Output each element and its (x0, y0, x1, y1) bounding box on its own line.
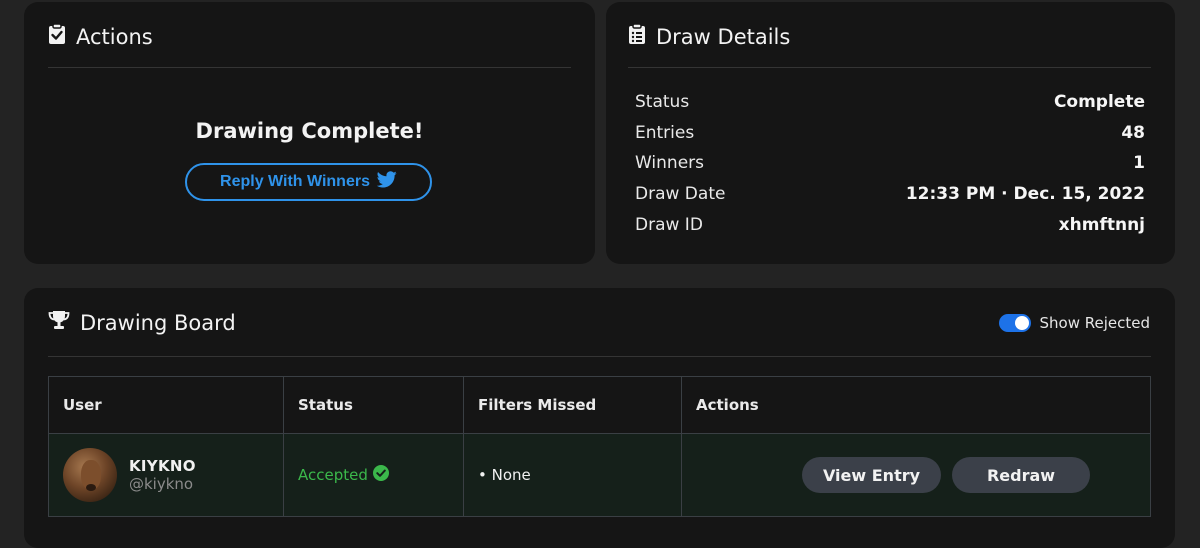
actions-title-text: Actions (76, 24, 153, 49)
detail-row-status: Status Complete (635, 92, 1145, 112)
show-rejected-label: Show Rejected (1039, 314, 1151, 332)
board-title: Drawing Board (48, 310, 236, 335)
board-divider (48, 356, 1151, 357)
actions-card: Actions Drawing Complete! Reply With Win… (24, 2, 595, 264)
avatar[interactable] (63, 448, 117, 502)
detail-label: Draw Date (635, 184, 726, 204)
detail-value: 1 (1133, 153, 1145, 173)
view-entry-button[interactable]: View Entry (802, 457, 941, 493)
detail-label: Winners (635, 153, 705, 173)
draw-details-card: Draw Details Status Complete Entries 48 … (606, 2, 1175, 264)
detail-label: Draw ID (635, 215, 703, 235)
actions-title: Actions (48, 23, 153, 50)
column-header-actions: Actions (681, 376, 1151, 434)
actions-divider (48, 67, 571, 68)
detail-value: 12:33 PM · Dec. 15, 2022 (905, 184, 1145, 204)
show-rejected-control: Show Rejected (998, 314, 1151, 332)
reply-with-winners-button[interactable]: Reply With Winners (185, 163, 432, 201)
detail-label: Status (635, 92, 690, 112)
detail-row-entries: Entries 48 (635, 123, 1145, 143)
detail-row-draw-date: Draw Date 12:33 PM · Dec. 15, 2022 (635, 184, 1145, 204)
detail-row-draw-id: Draw ID xhmftnnj (635, 215, 1145, 235)
user-display-name[interactable]: KIYKNO (129, 457, 196, 475)
status-cell: Accepted (283, 433, 464, 517)
details-title-text: Draw Details (656, 24, 791, 49)
detail-value: xhmftnnj (1058, 215, 1145, 235)
twitter-bird-icon (376, 171, 397, 193)
table-header-row: User Status Filters Missed Actions (48, 376, 1151, 434)
filters-missed-cell: • None (463, 433, 682, 517)
clipboard-check-icon (48, 23, 66, 50)
redraw-button[interactable]: Redraw (952, 457, 1090, 493)
column-header-user: User (48, 376, 284, 434)
user-handle[interactable]: @kiykno (129, 475, 196, 493)
drawing-board-card: Drawing Board Show Rejected User Status … (24, 288, 1175, 548)
details-divider (628, 67, 1151, 68)
column-header-status: Status (283, 376, 464, 434)
column-header-filters-missed: Filters Missed (463, 376, 682, 434)
status-text: Accepted (298, 466, 368, 484)
details-title: Draw Details (628, 23, 790, 50)
detail-label: Entries (635, 123, 695, 143)
clipboard-list-icon (628, 23, 646, 50)
detail-value: 48 (1121, 123, 1145, 143)
user-info: KIYKNO @kiykno (129, 457, 196, 493)
drawing-board-table: User Status Filters Missed Actions KIYKN… (48, 376, 1151, 517)
detail-value: Complete (1053, 92, 1145, 112)
check-circle-icon (372, 465, 389, 485)
reply-button-label: Reply With Winners (220, 173, 370, 190)
board-title-text: Drawing Board (80, 310, 236, 335)
status-badge: Accepted (298, 465, 449, 485)
trophy-icon (48, 310, 70, 335)
drawing-complete-text: Drawing Complete! (195, 119, 424, 143)
table-row: KIYKNO @kiykno Accepted • None View Entr… (48, 433, 1151, 517)
show-rejected-toggle[interactable] (998, 314, 1031, 332)
actions-cell: View Entry Redraw (681, 433, 1151, 517)
detail-row-winners: Winners 1 (635, 153, 1145, 173)
user-cell: KIYKNO @kiykno (48, 433, 284, 517)
